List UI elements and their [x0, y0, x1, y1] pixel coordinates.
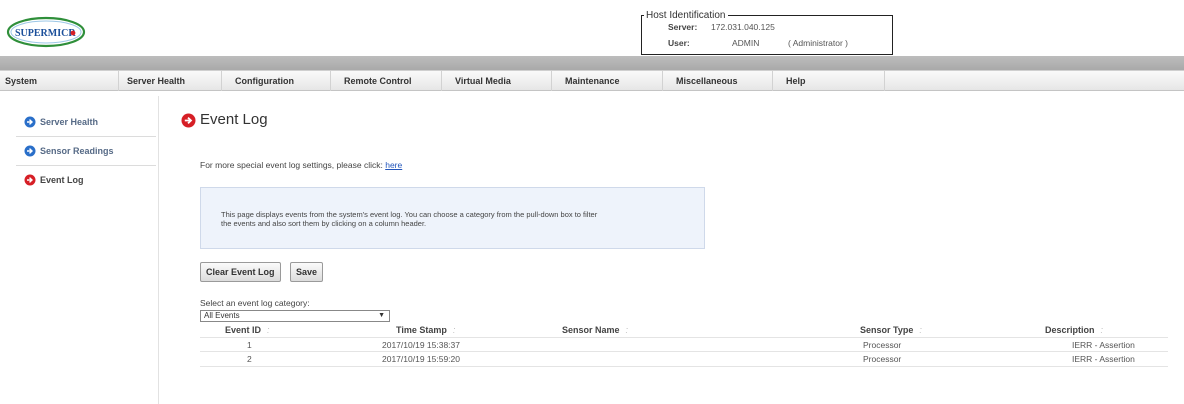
cell-time-stamp: 2017/10/19 15:59:20 — [382, 354, 460, 364]
main-menu-bar: System Server Health Configuration Remot… — [0, 70, 1184, 91]
menu-divider — [221, 71, 222, 91]
sidebar-item-sensor-readings[interactable]: Sensor Readings — [16, 137, 156, 166]
cell-time-stamp: 2017/10/19 15:38:37 — [382, 340, 460, 350]
menu-divider — [551, 71, 552, 91]
cell-description: IERR - Assertion — [1072, 340, 1135, 350]
menu-help[interactable]: Help — [786, 76, 806, 86]
svg-text:SUPERMICR: SUPERMICR — [15, 28, 76, 39]
menu-divider — [884, 71, 885, 91]
menu-miscellaneous[interactable]: Miscellaneous — [676, 76, 738, 86]
table-header-row: Event ID: Time Stamp: Sensor Name: Senso… — [200, 323, 1168, 337]
table-row: 1 2017/10/19 15:38:37 Processor IERR - A… — [200, 337, 1168, 352]
cell-sensor-type: Processor — [863, 354, 902, 364]
sidebar-item-label: Sensor Readings — [40, 146, 114, 156]
event-log-table: Event ID: Time Stamp: Sensor Name: Senso… — [200, 323, 1168, 367]
category-select-value: All Events — [204, 311, 240, 320]
user-role: ( Administrator ) — [788, 38, 848, 48]
host-identification-legend: Host Identification — [644, 10, 728, 21]
sidebar-item-server-health[interactable]: Server Health — [16, 108, 156, 137]
category-select[interactable]: All Events ▼ — [200, 310, 390, 322]
column-header-description[interactable]: Description: — [1045, 325, 1103, 335]
cell-event-id: 2 — [247, 354, 252, 364]
menu-maintenance[interactable]: Maintenance — [565, 76, 620, 86]
save-button[interactable]: Save — [290, 262, 324, 282]
arrow-circle-blue-icon — [24, 145, 36, 157]
column-header-sensor-name[interactable]: Sensor Name: — [562, 325, 628, 335]
page-title: Event Log — [200, 111, 268, 128]
sidebar-nav: Server Health Sensor Readings Event Log — [16, 108, 156, 195]
sidebar-divider — [158, 96, 159, 404]
clear-event-log-button[interactable]: Clear Event Log — [200, 262, 281, 282]
menu-divider — [330, 71, 331, 91]
server-value: 172.031.040.125 — [711, 22, 775, 32]
menu-divider — [772, 71, 773, 91]
user-label: User: — [668, 38, 690, 48]
arrow-circle-red-icon — [181, 113, 196, 128]
arrow-circle-blue-icon — [24, 116, 36, 128]
dropdown-arrow-icon: ▼ — [378, 312, 385, 319]
settings-hint: For more special event log settings, ple… — [200, 160, 402, 170]
column-header-event-id[interactable]: Event ID: — [225, 325, 270, 335]
menu-divider — [441, 71, 442, 91]
menu-configuration[interactable]: Configuration — [235, 76, 294, 86]
info-text-line: This page displays events from the syste… — [221, 210, 598, 219]
supermicro-logo: SUPERMICR — [6, 16, 86, 48]
user-value: ADMIN — [732, 38, 760, 48]
cell-description: IERR - Assertion — [1072, 354, 1135, 364]
sidebar-item-event-log[interactable]: Event Log — [16, 166, 156, 195]
info-box: This page displays events from the syste… — [200, 187, 705, 249]
menu-divider — [662, 71, 663, 91]
settings-link[interactable]: here — [385, 160, 402, 170]
logo-graphic: SUPERMICR — [6, 16, 86, 48]
cell-event-id: 1 — [247, 340, 252, 350]
sidebar-item-label: Event Log — [40, 175, 84, 185]
sidebar-item-label: Server Health — [40, 117, 99, 127]
column-header-time-stamp[interactable]: Time Stamp: — [396, 325, 455, 335]
menu-remote-control[interactable]: Remote Control — [344, 76, 412, 86]
server-label: Server: — [668, 22, 698, 32]
cell-sensor-type: Processor — [863, 340, 902, 350]
menu-system[interactable]: System — [5, 76, 37, 86]
settings-hint-text: For more special event log settings, ple… — [200, 160, 383, 170]
column-header-sensor-type[interactable]: Sensor Type: — [860, 325, 922, 335]
category-select-label: Select an event log category: — [200, 298, 310, 308]
table-row: 2 2017/10/19 15:59:20 Processor IERR - A… — [200, 352, 1168, 367]
menu-divider — [118, 71, 119, 91]
menu-virtual-media[interactable]: Virtual Media — [455, 76, 511, 86]
info-text-line: the events and also sort them by clickin… — [221, 219, 427, 228]
menu-server-health[interactable]: Server Health — [127, 76, 185, 86]
host-identification-box: Host Identification Server: 172.031.040.… — [641, 10, 893, 55]
arrow-circle-red-icon — [24, 174, 36, 186]
header-band — [0, 56, 1184, 70]
